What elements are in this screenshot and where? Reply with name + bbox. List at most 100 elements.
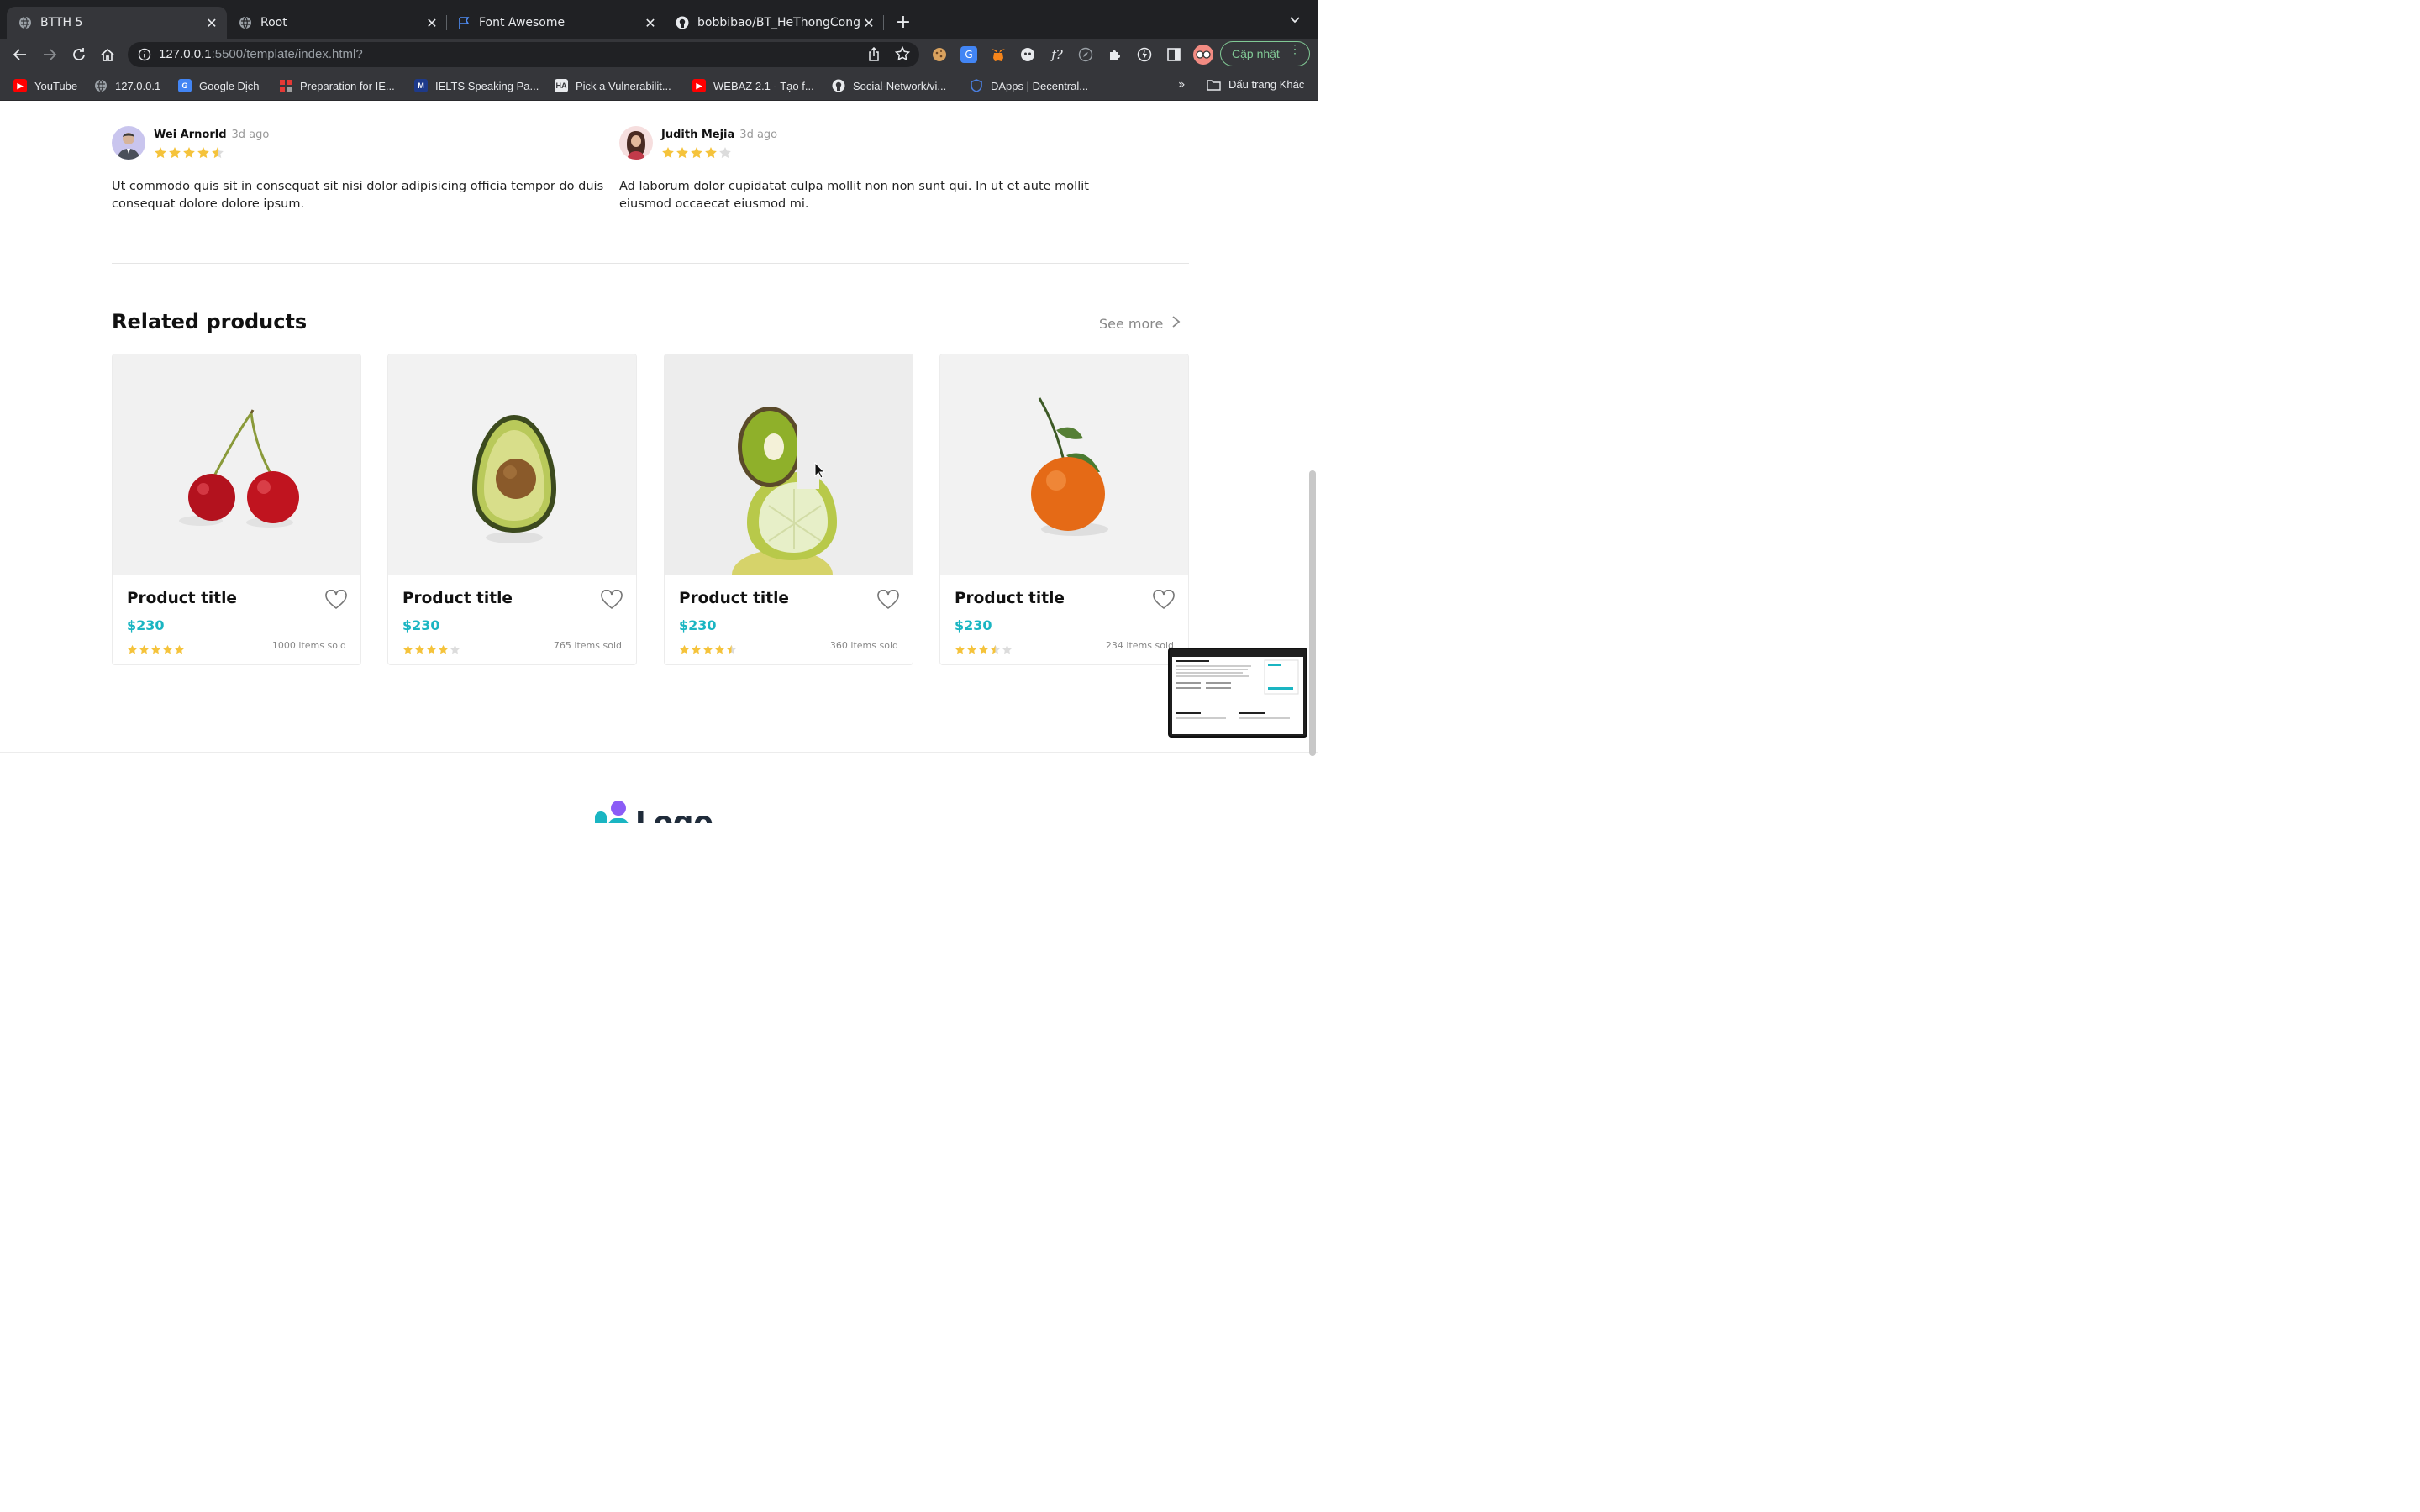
product-card[interactable]: Product title $230 1000 items sold <box>112 354 361 665</box>
star-icon <box>1002 644 1013 654</box>
footer-logo[interactable]: Logo <box>593 800 713 823</box>
heart-icon[interactable] <box>877 589 899 613</box>
star-icon <box>691 147 702 159</box>
metamask-extension-icon[interactable] <box>990 46 1007 63</box>
close-icon[interactable]: ✕ <box>860 15 877 31</box>
tab-btth5[interactable]: BTTH 5 ✕ <box>7 7 227 39</box>
star-icon <box>139 644 150 654</box>
reviewer-name: Judith Mejia 3d ago <box>661 129 777 141</box>
heart-icon[interactable] <box>1153 589 1175 613</box>
see-more-link[interactable]: See more <box>1099 315 1181 333</box>
back-button[interactable] <box>11 45 29 64</box>
product-rating <box>955 644 1013 655</box>
share-icon[interactable] <box>867 46 881 66</box>
bookmark-pick-vulnerability[interactable]: HA Pick a Vulnerabilit... <box>555 78 671 93</box>
page-scrollbar[interactable] <box>1309 470 1316 756</box>
bookmark-social-network[interactable]: Social-Network/vi... <box>832 78 946 93</box>
globe-icon <box>18 16 32 29</box>
review-text: Ad laborum dolor cupidatat culpa mollit … <box>619 180 1089 211</box>
bookmark-google-dich[interactable]: G Google Dịch <box>178 78 260 93</box>
google-translate-extension-icon[interactable]: G <box>960 46 977 63</box>
ielts-icon: M <box>414 79 428 92</box>
formula-extension-icon[interactable]: f? <box>1049 46 1065 63</box>
bookmark-star-icon[interactable] <box>894 45 911 65</box>
product-card[interactable]: Product title $230 360 items sold <box>664 354 913 665</box>
product-card[interactable]: Product title $230 765 items sold <box>387 354 637 665</box>
reload-button[interactable] <box>70 45 88 64</box>
compass-extension-icon[interactable] <box>1077 46 1094 63</box>
bookmarks-bar: ▶ YouTube 127.0.0.1 G Google Dịch Prepar… <box>0 71 1318 101</box>
close-icon[interactable]: ✕ <box>642 15 659 31</box>
home-button[interactable] <box>98 45 117 64</box>
product-price: $230 <box>955 617 992 633</box>
product-title[interactable]: Product title <box>679 590 789 607</box>
side-panel-icon[interactable] <box>1165 46 1182 63</box>
bookmark-ielts-speaking[interactable]: M IELTS Speaking Pa... <box>414 78 539 93</box>
new-tab-button[interactable]: + <box>894 12 913 34</box>
update-button[interactable]: Cập nhật ⋮ <box>1220 41 1310 66</box>
product-title[interactable]: Product title <box>127 590 237 607</box>
close-icon[interactable]: ✕ <box>424 15 440 31</box>
grid-icon <box>279 79 292 92</box>
see-more-label: See more <box>1099 316 1164 332</box>
review-rating <box>661 146 733 160</box>
ha-icon: HA <box>555 79 568 92</box>
bookmark-localhost[interactable]: 127.0.0.1 <box>94 78 160 93</box>
bookmark-webaz[interactable]: ▶ WEBAZ 2.1 - Tạo f... <box>692 78 814 93</box>
address-bar[interactable]: 127.0.0.1:5500/template/index.html? <box>128 42 919 67</box>
cookie-extension-icon[interactable] <box>931 46 948 63</box>
bookmark-label: YouTube <box>34 79 78 92</box>
product-image-cherries[interactable] <box>113 354 360 575</box>
star-icon <box>426 644 437 654</box>
product-title[interactable]: Product title <box>402 590 513 607</box>
mouse-cursor-icon <box>814 461 826 482</box>
product-card[interactable]: Product title $230 234 items sold <box>939 354 1189 665</box>
reviewer-name: Wei Arnorld 3d ago <box>154 129 269 141</box>
product-image-avocado[interactable] <box>388 354 636 575</box>
ghostery-extension-icon[interactable] <box>1019 46 1036 63</box>
heart-icon[interactable] <box>601 589 623 613</box>
profile-avatar[interactable] <box>1193 45 1213 65</box>
forward-button[interactable] <box>40 45 59 64</box>
tab-github[interactable]: bobbibao/BT_HeThongCongNg ✕ <box>664 7 884 39</box>
tab-root[interactable]: Root ✕ <box>227 7 447 39</box>
other-bookmarks-folder[interactable]: Dấu trang Khác <box>1207 78 1304 91</box>
tab-title: Root <box>260 16 287 29</box>
update-label: Cập nhật <box>1232 47 1280 60</box>
url-text: 127.0.0.1:5500/template/index.html? <box>159 47 363 61</box>
more-menu-icon[interactable]: ⋮ <box>1289 43 1301 55</box>
screenshot-preview-content <box>1172 657 1303 734</box>
site-info-icon[interactable] <box>138 48 151 65</box>
tab-search-chevron-icon[interactable] <box>1289 13 1301 29</box>
star-icon <box>955 644 965 654</box>
close-icon[interactable]: ✕ <box>203 15 220 31</box>
product-image-tangerine[interactable] <box>940 354 1188 575</box>
items-sold: 765 items sold <box>553 640 622 651</box>
star-icon <box>127 644 138 654</box>
heart-icon[interactable] <box>325 589 347 613</box>
bookmark-youtube[interactable]: ▶ YouTube <box>13 78 77 93</box>
reviewer-avatar <box>619 126 653 160</box>
items-sold: 1000 items sold <box>271 640 346 651</box>
product-rating <box>679 644 738 655</box>
bookmarks-overflow-button[interactable]: » <box>1178 78 1186 92</box>
star-icon <box>402 644 413 654</box>
tab-font-awesome[interactable]: Font Awesome ✕ <box>445 7 666 39</box>
reviewer-name-text: Wei Arnorld <box>154 129 227 141</box>
reviewer-name-text: Judith Mejia <box>661 129 735 141</box>
star-icon <box>162 644 173 654</box>
logo-text: Logo <box>635 806 713 823</box>
bookmark-dapps[interactable]: DApps | Decentral... <box>970 78 1088 93</box>
section-divider <box>112 263 1189 264</box>
bookmark-label: Pick a Vulnerabilit... <box>576 79 671 92</box>
extensions-puzzle-icon[interactable] <box>1107 46 1123 63</box>
performance-icon[interactable] <box>1136 46 1153 63</box>
bookmark-preparation-ielts[interactable]: Preparation for IE... <box>279 78 395 93</box>
screenshot-preview-thumbnail[interactable] <box>1168 648 1307 738</box>
review-time: 3d ago <box>739 129 778 141</box>
url-host: 127.0.0.1 <box>159 47 212 61</box>
url-path: :5500/template/index.html? <box>211 47 363 61</box>
tab-title: Font Awesome <box>479 16 566 29</box>
product-image-kiwi-lime[interactable] <box>665 354 913 600</box>
product-title[interactable]: Product title <box>955 590 1065 607</box>
